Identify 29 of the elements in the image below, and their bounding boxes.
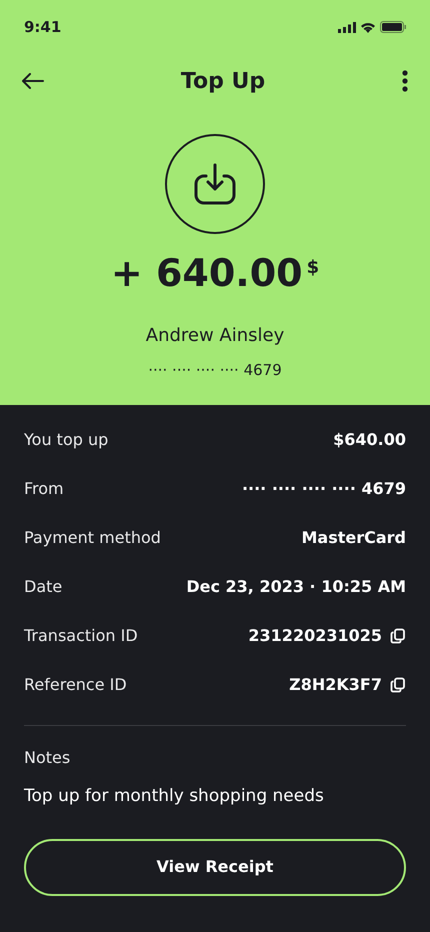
detail-label: Date [24,576,62,598]
detail-value: MasterCard [301,527,406,549]
wifi-icon [360,21,376,33]
download-icon [192,162,238,206]
account-name: Andrew Ainsley [146,324,284,348]
page-title: Top Up [180,68,266,96]
amount: + 640.00 [110,254,303,292]
detail-value: 231220231025 [248,625,382,647]
view-receipt-button[interactable]: View Receipt [24,838,406,896]
detail-value: ···· ···· ···· ···· 4679 [242,478,406,500]
detail-label: Reference ID [24,674,127,696]
detail-value: Dec 23, 2023 · 10:25 AM [186,576,406,598]
detail-value: Z8H2K3F7 [289,674,382,696]
card-number: ···· ···· ···· ···· 4679 [148,360,282,381]
back-arrow-icon[interactable] [22,73,44,89]
notes-text: Top up for monthly shopping needs [24,785,325,808]
copy-icon[interactable] [390,628,406,644]
detail-label: Transaction ID [24,625,138,647]
notes-label: Notes [24,747,72,769]
copy-icon[interactable] [390,677,406,693]
battery-icon [380,21,406,33]
detail-label: From [24,478,64,500]
more-options-icon[interactable] [402,70,408,92]
detail-label: Payment method [24,527,161,549]
currency-symbol: $ [306,256,320,280]
signal-icon [338,22,356,32]
detail-value: $640.00 [333,429,406,451]
status-time: 9:41 [24,16,62,38]
detail-label: You top up [24,429,108,451]
